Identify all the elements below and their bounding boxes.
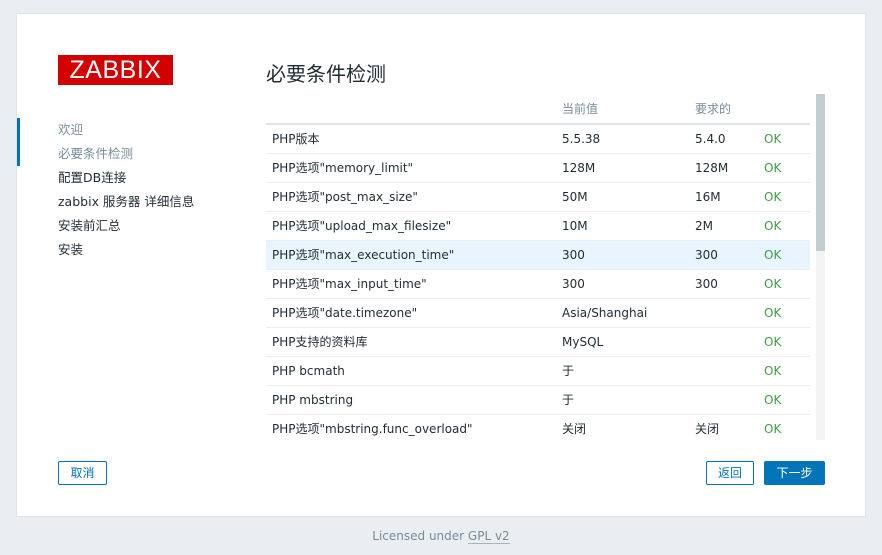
row-current: 300 [556, 240, 689, 270]
scrollbar-thumb[interactable] [816, 94, 825, 251]
row-name: PHP选项"memory_limit" [266, 153, 556, 183]
prerequisites-table: 当前值 要求的 PHP版本 5.5.38 5.4.0 OK PHP选项"memo… [266, 94, 810, 440]
row-name: PHP选项"upload_max_filesize" [266, 211, 556, 241]
row-required: 2M [689, 211, 758, 241]
row-required: 16M [689, 182, 758, 212]
row-current: 50M [556, 182, 689, 212]
row-name: PHP选项"date.timezone" [266, 298, 556, 328]
row-name: PHP选项"max_execution_time" [266, 240, 556, 270]
row-required [689, 385, 758, 415]
table-row: PHP支持的资料库 MySQL OK [266, 327, 810, 357]
row-name: PHP选项"post_max_size" [266, 182, 556, 212]
row-current: 10M [556, 211, 689, 241]
back-button[interactable]: 返回 [706, 461, 754, 485]
row-current: 关闭 [556, 414, 689, 440]
step-configure-db: 配置DB连接 [58, 170, 127, 185]
row-required [689, 356, 758, 386]
row-name: PHP支持的资料库 [266, 327, 556, 357]
step-server-details: zabbix 服务器 详细信息 [58, 194, 195, 209]
setup-card: ZABBIX 欢迎 必要条件检测 配置DB连接 zabbix 服务器 详细信息 … [16, 13, 866, 517]
footer: Licensed under GPL v2 [0, 529, 882, 544]
row-required: 300 [689, 240, 758, 270]
header-current-value: 当前值 [556, 94, 689, 125]
table-row: PHP选项"memory_limit" 128M 128M OK [266, 153, 810, 183]
table-row: PHP选项"post_max_size" 50M 16M OK [266, 182, 810, 212]
table-row-hovered: PHP选项"max_execution_time" 300 300 OK [266, 240, 810, 270]
setup-steps-list: 欢迎 必要条件检测 配置DB连接 zabbix 服务器 详细信息 安装前汇总 安… [17, 118, 247, 262]
step-welcome: 欢迎 [58, 122, 84, 137]
footer-license-text: Licensed under [372, 529, 468, 543]
row-required [689, 298, 758, 328]
row-current: 于 [556, 356, 689, 386]
table-row: PHP选项"mbstring.func_overload" 关闭 关闭 OK [266, 414, 810, 440]
header-status [758, 94, 810, 125]
row-status: OK [758, 298, 810, 328]
table-header-row: 当前值 要求的 [266, 94, 810, 125]
table-row: PHP mbstring 于 OK [266, 385, 810, 415]
table-row: PHP bcmath 于 OK [266, 356, 810, 386]
header-required: 要求的 [689, 94, 758, 125]
next-step-button[interactable]: 下一步 [764, 461, 825, 485]
row-status: OK [758, 269, 810, 299]
row-name: PHP选项"max_input_time" [266, 269, 556, 299]
row-status: OK [758, 385, 810, 415]
table-row: PHP选项"upload_max_filesize" 10M 2M OK [266, 211, 810, 241]
table-scrollbar[interactable] [816, 94, 825, 440]
zabbix-logo: ZABBIX [58, 55, 173, 85]
row-current: 300 [556, 269, 689, 299]
table-row: PHP选项"max_input_time" 300 300 OK [266, 269, 810, 299]
row-current: Asia/Shanghai [556, 298, 689, 328]
gpl-license-link[interactable]: GPL v2 [467, 529, 510, 544]
row-name: PHP选项"mbstring.func_overload" [266, 414, 556, 440]
header-name [266, 94, 556, 125]
row-status: OK [758, 327, 810, 357]
row-status: OK [758, 153, 810, 183]
page-title: 必要条件检测 [266, 62, 386, 86]
row-status: OK [758, 182, 810, 212]
step-install: 安装 [58, 242, 84, 257]
row-current: MySQL [556, 327, 689, 357]
step-pre-install-summary: 安装前汇总 [58, 218, 121, 233]
row-status: OK [758, 124, 810, 154]
row-required [689, 327, 758, 357]
row-name: PHP mbstring [266, 385, 556, 415]
row-status: OK [758, 211, 810, 241]
cancel-button[interactable]: 取消 [58, 461, 107, 485]
row-required: 5.4.0 [689, 124, 758, 154]
table-row: PHP选项"date.timezone" Asia/Shanghai OK [266, 298, 810, 328]
row-current: 于 [556, 385, 689, 415]
row-current: 128M [556, 153, 689, 183]
prerequisites-table-container[interactable]: 当前值 要求的 PHP版本 5.5.38 5.4.0 OK PHP选项"memo… [266, 94, 810, 440]
row-status: OK [758, 414, 810, 440]
step-prerequisites: 必要条件检测 [58, 146, 134, 161]
row-name: PHP版本 [266, 124, 556, 154]
row-required: 300 [689, 269, 758, 299]
row-name: PHP bcmath [266, 356, 556, 386]
row-required: 128M [689, 153, 758, 183]
row-required: 关闭 [689, 414, 758, 440]
row-current: 5.5.38 [556, 124, 689, 154]
table-row: PHP版本 5.5.38 5.4.0 OK [266, 124, 810, 154]
row-status: OK [758, 356, 810, 386]
row-status: OK [758, 240, 810, 270]
